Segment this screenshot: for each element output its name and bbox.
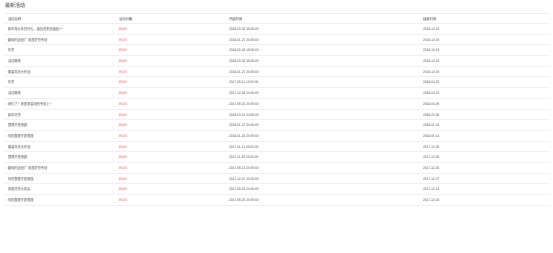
table-row[interactable]: 你的整理不是难题 ¥0.00 2017-09-20 20:00:00 2017-12-…: [5, 195, 550, 206]
activity-price: ¥0.00: [119, 69, 127, 74]
activity-end-time: 2018-10-19: [423, 27, 440, 31]
activity-price: ¥0.00: [119, 187, 127, 192]
activity-price: ¥0.00: [119, 123, 127, 128]
activity-end-time: 2018-03-30: [423, 112, 440, 117]
activity-end-time: 2018-10-19: [423, 69, 440, 74]
table-row[interactable]: 你的整理不是难题 ¥0.00 2018-01-15 20:00:00 2018-01-…: [5, 131, 550, 142]
activity-start-time: 2018-02-03 15:00:00: [229, 48, 259, 53]
activity-price: ¥0.00: [119, 165, 127, 170]
activity-start-time: 2017-11-21 20:00:00: [229, 144, 259, 149]
activity-start-time: 2017-09-20 20:00:00: [229, 198, 259, 202]
activity-start-time: 2017-09-13 20:00:00: [229, 165, 259, 170]
activity-name[interactable]: 整理不是难题: [8, 152, 113, 162]
activity-price: ¥0.00: [119, 176, 127, 181]
activity-name[interactable]: 新年特价年货好礼，福包送来送福品++: [8, 24, 113, 34]
table-row[interactable]: 你的整理不是难题 ¥0.00 2017-12-07 20:00:00 2017-12-…: [5, 174, 550, 185]
activity-price: ¥0.00: [119, 48, 127, 53]
activity-name[interactable]: 年货: [8, 77, 113, 87]
activity-price: ¥0.00: [119, 91, 127, 96]
activity-end-time: 2017-12-30: [423, 165, 440, 170]
activity-name[interactable]: 你的整理不是难题: [8, 131, 113, 141]
activity-name[interactable]: 你的整理不是难题: [8, 174, 113, 184]
activity-end-time: 2018-04-09: [423, 101, 440, 106]
activity-start-time: 2018-01-27 20:00:00: [229, 69, 259, 74]
activity-name[interactable]: 我们了！家居家装特别专场上！: [8, 99, 113, 109]
activity-start-time: 2017-12-18 10:00:00: [229, 91, 259, 96]
activity-start-time: 2017-09-02 20:00:00: [229, 101, 259, 106]
activity-start-time: 2017-11-29 20:00:00: [229, 155, 259, 160]
table-row[interactable]: 整理不是难题 ¥0.00 2018-01-27 20:00:00 2018-01-31: [5, 120, 550, 131]
activity-end-time: 2018-10-19: [423, 37, 440, 42]
activity-table: 活动名称 活动价格 开始时间 结束时间 新年特价年货好礼，福包送来送福品++ ¥0…: [5, 13, 550, 206]
activity-end-time: 2017-12-03: [423, 198, 440, 202]
activity-price: ¥0.00: [119, 144, 127, 149]
activity-end-time: 2018-10-19: [423, 59, 440, 64]
activity-name[interactable]: 新年好货: [8, 110, 113, 120]
activity-name[interactable]: 整理不是难题: [8, 120, 113, 130]
activity-end-time: 2018-04-23: [423, 80, 440, 85]
activity-start-time: 2018-02-03 15:00:00: [229, 27, 259, 31]
activity-name[interactable]: 活动推荐: [8, 88, 113, 98]
activity-start-time: 2017-12-07 20:00:00: [229, 176, 259, 181]
activity-end-time: 2017-12-30: [423, 155, 440, 160]
activity-name[interactable]: 趣味的运营广·家居好货专场: [8, 163, 113, 173]
activity-name[interactable]: 家居好货大赛会: [8, 184, 113, 194]
table-row[interactable]: 趣味的运营广·家居好货专场 ¥0.00 2018-01-27 20:00:00 201…: [5, 35, 550, 46]
table-row[interactable]: 新年特价年货好礼，福包送来送福品++ ¥0.00 2018-02-03 15:00:…: [5, 24, 550, 35]
activity-end-time: 2018-04-23: [423, 91, 440, 96]
table-row[interactable]: 年货 ¥0.00 2018-02-03 15:00:00 2018-10-19: [5, 45, 550, 57]
table-header: 活动名称 活动价格 开始时间 结束时间: [5, 14, 550, 24]
activity-start-time: 2018-01-27 20:00:00: [229, 123, 259, 128]
activity-price: ¥0.00: [119, 80, 127, 85]
activity-start-time: 2018-01-27 20:00:00: [229, 37, 259, 42]
activity-end-time: 2017-12-30: [423, 144, 440, 149]
activity-name[interactable]: 服装年货大作战: [8, 142, 113, 152]
table-row[interactable]: 活动推荐 ¥0.00 2018-02-03 15:00:00 2018-10-19: [5, 56, 550, 67]
table-row[interactable]: 趣味的运营广·家居好货专场 ¥0.00 2017-09-13 20:00:00 201…: [5, 163, 550, 174]
column-header-end: 结束时间: [423, 17, 437, 21]
table-row[interactable]: 年货 ¥0.00 2017-09-11 12:00:00 2018-04-23: [5, 77, 550, 89]
activity-price: ¥0.00: [119, 198, 127, 202]
column-header-start: 开始时间: [229, 17, 243, 21]
activity-start-time: 2017-09-15 20:00:00: [229, 187, 259, 192]
activity-name[interactable]: 活动推荐: [8, 56, 113, 66]
table-row[interactable]: 我们了！家居家装特别专场上！ ¥0.00 2017-09-02 20:00:00 20…: [5, 99, 550, 110]
activity-name[interactable]: 你的整理不是难题: [8, 195, 113, 205]
table-row[interactable]: 新年好货 ¥0.00 2018-03-12 14:00:00 2018-03-30: [5, 110, 550, 121]
activity-end-time: 2017-12-27: [423, 176, 440, 181]
activity-price: ¥0.00: [119, 59, 127, 64]
table-row[interactable]: 整理不是难题 ¥0.00 2017-11-29 20:00:00 2017-12-30: [5, 152, 550, 163]
table-row[interactable]: 服装年货大作战 ¥0.00 2018-01-27 20:00:00 2018-10-1…: [5, 67, 550, 78]
activity-price: ¥0.00: [119, 112, 127, 117]
activity-price: ¥0.00: [119, 37, 127, 42]
activity-price: ¥0.00: [119, 133, 127, 138]
activity-end-time: 2018-01-31: [423, 123, 440, 128]
activity-start-time: 2018-02-03 15:00:00: [229, 59, 259, 64]
activity-name[interactable]: 年货: [8, 45, 113, 55]
panel-title: 最新活动: [5, 3, 26, 9]
activity-name[interactable]: 趣味的运营广·家居好货专场: [8, 35, 113, 45]
column-header-price: 活动价格: [119, 17, 133, 21]
table-row[interactable]: 服装年货大作战 ¥0.00 2017-11-21 20:00:00 2017-12-3…: [5, 142, 550, 153]
activity-end-time: 2017-12-14: [423, 187, 440, 192]
activity-start-time: 2018-03-12 14:00:00: [229, 112, 259, 117]
activity-price: ¥0.00: [119, 27, 127, 31]
activity-start-time: 2017-09-11 12:00:00: [229, 80, 259, 85]
table-row[interactable]: 活动推荐 ¥0.00 2017-12-18 10:00:00 2018-04-23: [5, 88, 550, 99]
column-header-name: 活动名称: [8, 17, 22, 21]
activity-price: ¥0.00: [119, 101, 127, 106]
activity-end-time: 2018-01-14: [423, 133, 440, 138]
activity-name[interactable]: 服装年货大作战: [8, 67, 113, 77]
activity-end-time: 2018-10-19: [423, 48, 440, 53]
table-row[interactable]: 家居好货大赛会 ¥0.00 2017-09-15 20:00:00 2017-12-1…: [5, 184, 550, 195]
activity-start-time: 2018-01-15 20:00:00: [229, 133, 259, 138]
activity-panel: 最新活动 活动名称 活动价格 开始时间 结束时间 新年特价年货好礼，福包送来送福…: [0, 0, 553, 253]
activity-price: ¥0.00: [119, 155, 127, 160]
